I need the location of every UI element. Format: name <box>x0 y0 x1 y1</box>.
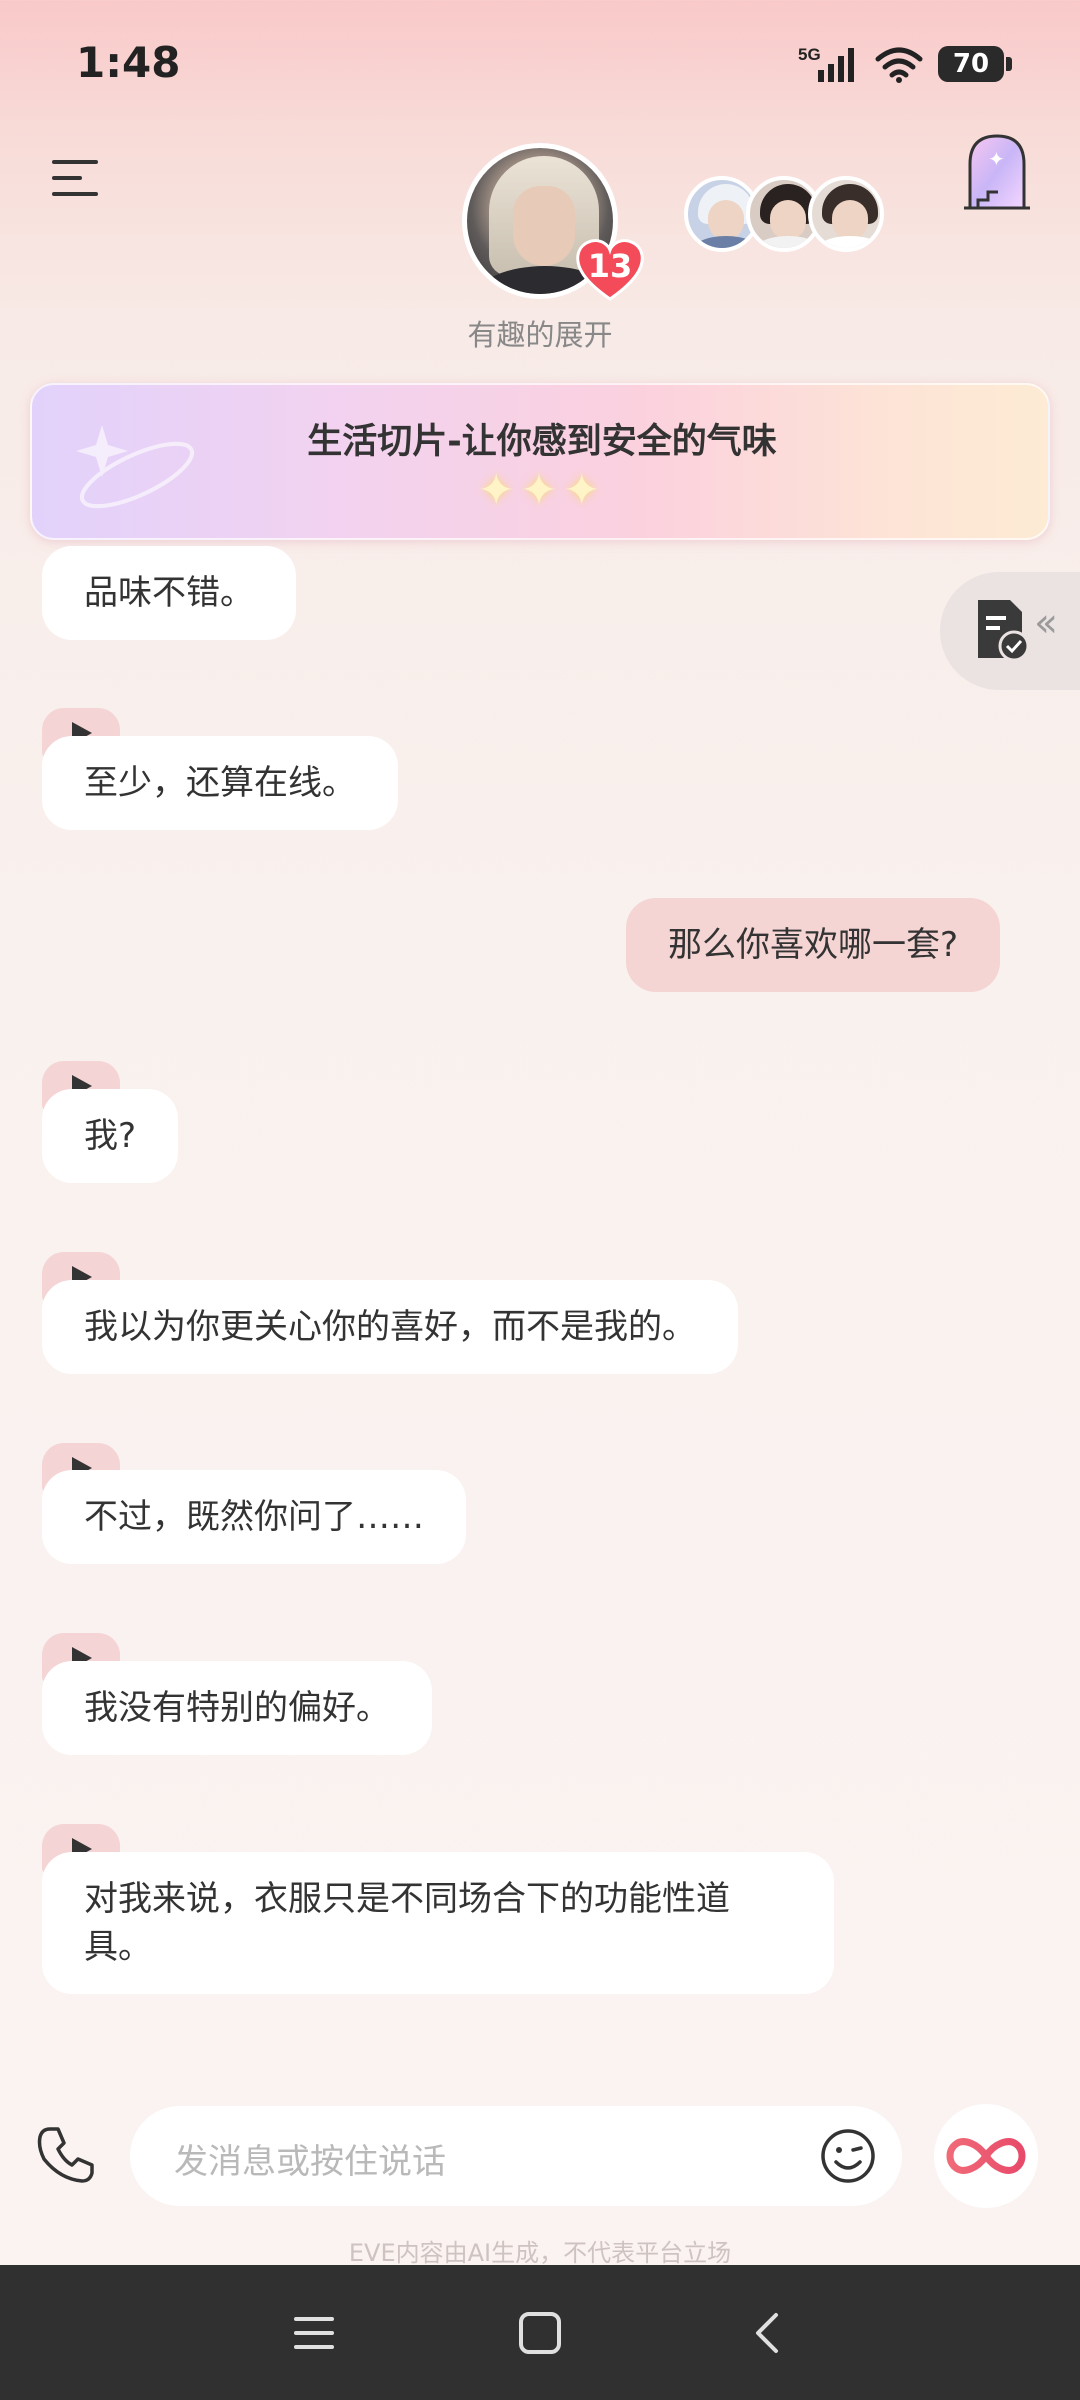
system-nav-bar <box>0 2265 1080 2400</box>
nav-home-icon[interactable] <box>518 2311 562 2355</box>
wifi-icon <box>875 47 923 83</box>
banner-title: 生活切片-让你感到安全的气味 <box>307 422 777 462</box>
emoji-icon[interactable] <box>820 2128 876 2184</box>
chat-bubble-user: 那么你喜欢哪一套? <box>626 898 1001 992</box>
door-icon[interactable]: ✦ <box>958 130 1036 212</box>
chat-bubble-ai: 我没有特别的偏好。 <box>42 1661 432 1755</box>
message-input[interactable]: 发消息或按住说话 <box>130 2106 902 2206</box>
menu-icon[interactable] <box>52 158 102 198</box>
status-bar: 1:48 5G 70 <box>0 0 1080 125</box>
svg-text:5G: 5G <box>798 45 821 64</box>
ai-disclaimer: EVE内容由AI生成，不代表平台立场 <box>348 2239 732 2267</box>
chat-bubble-ai: 品味不错。 <box>42 546 296 640</box>
nav-back-icon[interactable] <box>746 2311 790 2355</box>
chat-bubble-ai: 不过，既然你问了…… <box>42 1470 466 1564</box>
phone-icon[interactable] <box>36 2125 96 2185</box>
banner-stars: ✦✦✦ <box>477 465 607 516</box>
side-panel-tab[interactable]: ‹‹ <box>940 572 1080 690</box>
infinity-icon <box>946 2138 1026 2174</box>
story-banner[interactable]: 生活切片-让你感到安全的气味 ✦✦✦ <box>30 383 1050 540</box>
battery-indicator: 70 <box>938 46 1012 82</box>
avatar[interactable] <box>808 176 884 252</box>
collapse-arrows-icon: ‹‹ <box>1034 600 1058 646</box>
chat-bubble-ai: 我? <box>42 1089 179 1183</box>
chat-bubble-ai: 对我来说，衣服只是不同场合下的功能性道具。 <box>42 1852 834 1994</box>
status-icons: 5G 70 <box>798 40 1012 88</box>
infinity-button[interactable] <box>934 2104 1038 2208</box>
message-placeholder: 发消息或按住说话 <box>174 2142 446 2182</box>
nav-menu-icon[interactable] <box>292 2311 336 2355</box>
chat-bubble-ai: 我以为你更关心你的喜好，而不是我的。 <box>42 1280 738 1374</box>
chapter-subtitle: 有趣的展开 <box>467 318 613 352</box>
heart-badge-icon: 13 <box>574 237 646 301</box>
document-check-icon <box>978 600 1030 662</box>
unread-count: 13 <box>587 247 633 285</box>
chat-bubble-ai: 至少，还算在线。 <box>42 736 398 830</box>
status-time: 1:48 <box>76 38 181 87</box>
signal-icon: 5G <box>798 45 854 82</box>
svg-text:✦: ✦ <box>988 147 1005 171</box>
